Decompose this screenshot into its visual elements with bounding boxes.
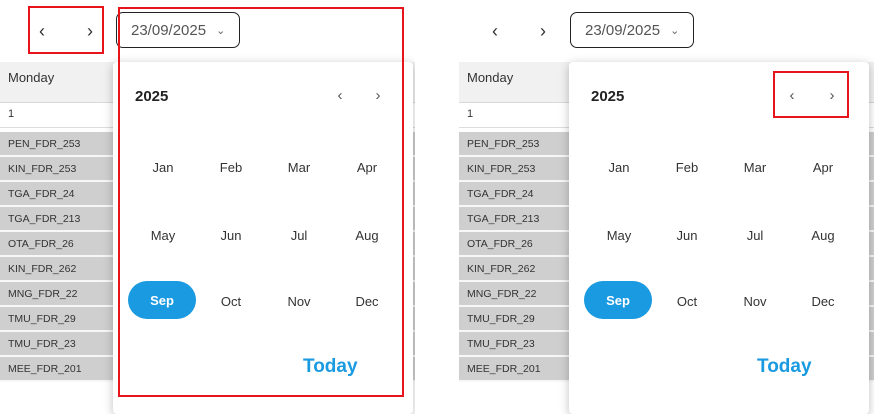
prev-year-button[interactable]: ‹ (781, 82, 803, 108)
month-sep-selected[interactable]: Sep (584, 281, 652, 319)
date-value: 23/09/2025 (131, 21, 207, 39)
month-feb[interactable]: Feb (652, 147, 722, 187)
month-jun[interactable]: Jun (196, 215, 266, 255)
date-picker-button[interactable]: 23/09/2025 ⌄ (116, 12, 241, 48)
month-jul[interactable]: Jul (264, 215, 334, 255)
chevron-right-icon: › (375, 86, 381, 104)
month-mar[interactable]: Mar (720, 147, 790, 187)
picker-year: 2025 (135, 88, 169, 105)
month-aug[interactable]: Aug (788, 215, 858, 255)
today-button[interactable]: Today (303, 356, 358, 378)
month-jul[interactable]: Jul (720, 215, 790, 255)
next-year-button[interactable]: › (821, 82, 843, 108)
month-aug[interactable]: Aug (332, 215, 402, 255)
month-jan[interactable]: Jan (128, 147, 198, 187)
month-nov[interactable]: Nov (264, 281, 334, 321)
day-number: 1 (8, 108, 15, 120)
month-jun[interactable]: Jun (652, 215, 722, 255)
month-oct[interactable]: Oct (652, 281, 722, 321)
left-panel: Monday 1 PEN_FDR_253 KIN_FDR_253 TGA_FDR… (0, 0, 415, 414)
chevron-right-icon: › (829, 86, 835, 104)
month-sep-selected[interactable]: Sep (128, 281, 196, 319)
month-apr[interactable]: Apr (788, 147, 858, 187)
right-panel: Monday 1 PEN_FDR_253 KIN_FDR_253 TGA_FDR… (459, 0, 874, 414)
prev-year-button[interactable]: ‹ (329, 82, 351, 108)
day-header-label: Monday (467, 70, 514, 85)
month-may[interactable]: May (128, 215, 198, 255)
prev-period-button[interactable]: ‹ (28, 14, 56, 48)
month-apr[interactable]: Apr (332, 147, 402, 187)
chevron-left-icon: ‹ (337, 86, 343, 104)
chevron-left-icon: ‹ (492, 20, 498, 41)
prev-period-button[interactable]: ‹ (481, 14, 509, 48)
date-value: 23/09/2025 (585, 21, 661, 39)
month-oct[interactable]: Oct (196, 281, 266, 321)
month-jan[interactable]: Jan (584, 147, 654, 187)
picker-year: 2025 (591, 88, 625, 105)
chevron-right-icon: › (540, 20, 546, 41)
date-picker-button[interactable]: 23/09/2025 ⌄ (570, 12, 695, 48)
chevron-right-icon: › (87, 20, 93, 41)
day-number: 1 (467, 108, 474, 120)
month-may[interactable]: May (584, 215, 654, 255)
today-button[interactable]: Today (757, 356, 812, 378)
chevron-left-icon: ‹ (39, 20, 45, 41)
month-picker-dropdown: 2025 ‹ › Jan Feb Mar Apr May Jun Jul Aug… (113, 62, 413, 414)
month-nov[interactable]: Nov (720, 281, 790, 321)
month-picker-dropdown: 2025 ‹ › Jan Feb Mar Apr May Jun Jul Aug… (569, 62, 869, 414)
next-period-button[interactable]: › (529, 14, 557, 48)
chevron-down-icon: ⌄ (670, 24, 680, 37)
month-feb[interactable]: Feb (196, 147, 266, 187)
chevron-left-icon: ‹ (789, 86, 795, 104)
chevron-down-icon: ⌄ (216, 24, 226, 37)
next-year-button[interactable]: › (367, 82, 389, 108)
month-dec[interactable]: Dec (332, 281, 402, 321)
month-mar[interactable]: Mar (264, 147, 334, 187)
next-period-button[interactable]: › (76, 14, 104, 48)
day-header-label: Monday (8, 70, 55, 85)
month-dec[interactable]: Dec (788, 281, 858, 321)
